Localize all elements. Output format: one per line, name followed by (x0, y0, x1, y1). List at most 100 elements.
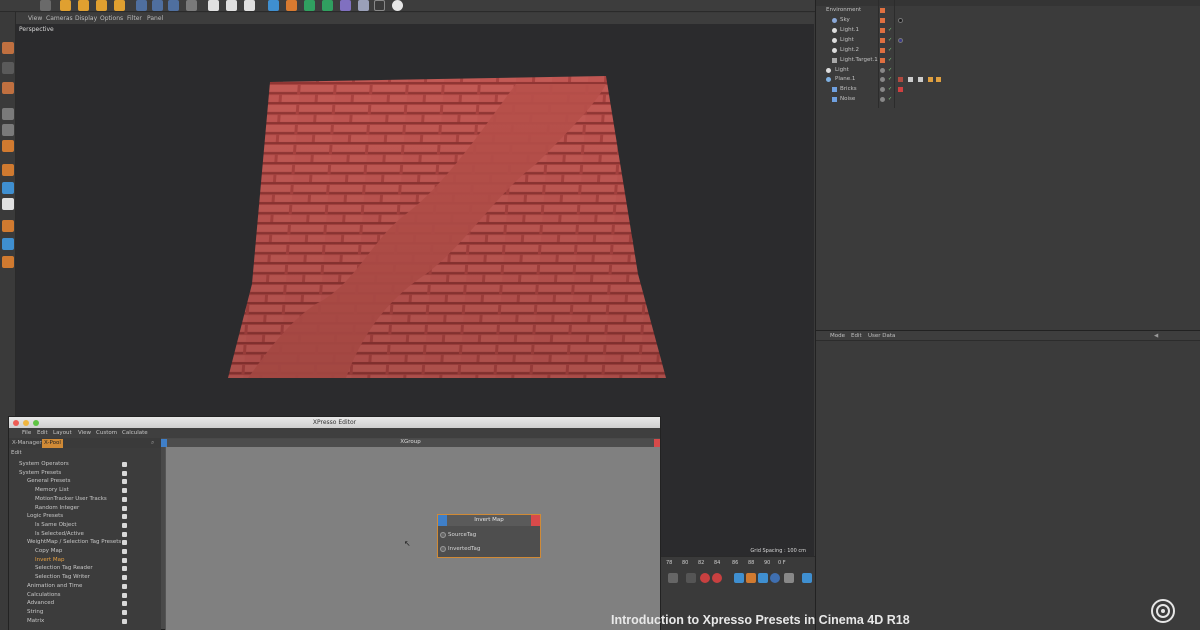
pool-tree-item[interactable]: Memory List (35, 487, 69, 493)
tab-x-manager[interactable]: X-Manager (10, 439, 44, 448)
material-tag-icon[interactable] (898, 18, 903, 23)
rotate-tool-icon[interactable] (78, 0, 89, 11)
menu-panel[interactable]: Panel (147, 15, 163, 22)
object-row[interactable]: Light ✓ (816, 36, 1200, 46)
array-icon[interactable] (322, 0, 333, 11)
enabled-check-icon[interactable]: ✓ (888, 86, 892, 92)
enabled-check-icon[interactable]: ✓ (888, 76, 892, 82)
render-view-icon[interactable] (208, 0, 219, 11)
z-axis-icon[interactable] (168, 0, 179, 11)
menu-layout[interactable]: Layout (53, 430, 72, 436)
rotate-key-icon[interactable] (758, 573, 768, 583)
axis-mode-icon[interactable] (2, 164, 14, 176)
pla-key-icon[interactable] (784, 573, 794, 583)
move-axis-icon[interactable] (96, 0, 107, 11)
menu-file[interactable]: File (22, 430, 31, 436)
scene-icon[interactable] (358, 0, 369, 11)
render-picture-viewer-icon[interactable] (226, 0, 237, 11)
coordinate-system-icon[interactable] (186, 0, 197, 11)
move-tool-icon[interactable] (40, 0, 51, 11)
back-arrow-icon[interactable]: ◀ (1154, 333, 1158, 339)
points-mode-icon[interactable] (2, 108, 14, 120)
menu-view[interactable]: View (78, 430, 91, 436)
inverted-tag-port-icon[interactable] (440, 546, 446, 552)
object-row[interactable]: Light.Target.1 ✓ (816, 56, 1200, 66)
pool-edit-menu[interactable]: Edit (11, 450, 22, 456)
pool-tree-item[interactable]: Selection Tag Reader (35, 565, 93, 571)
pool-tree-item[interactable]: Animation and Time (27, 583, 82, 589)
polygons-mode-icon[interactable] (2, 140, 14, 152)
weight-tag-icon[interactable] (898, 87, 903, 92)
invert-map-node[interactable]: Invert Map SourceTag InvertedTag (437, 514, 541, 558)
pool-tree-item[interactable]: Copy Map (35, 548, 62, 554)
menu-cameras[interactable]: Cameras (46, 15, 73, 22)
sculpt-icon[interactable] (2, 220, 14, 232)
tab-x-pool[interactable]: X-Pool (42, 439, 63, 448)
selection-tag-icon[interactable] (908, 77, 913, 82)
enabled-check-icon[interactable]: ✓ (888, 67, 892, 73)
pool-tree-item[interactable]: Invert Map (35, 557, 65, 563)
menu-edit[interactable]: Edit (851, 333, 862, 339)
pen-icon[interactable] (286, 0, 297, 11)
menu-view[interactable]: View (28, 15, 42, 22)
pool-tree-item[interactable]: String (27, 609, 43, 615)
pool-tree-item[interactable]: WeightMap / Selection Tag Presets (27, 539, 121, 545)
cube-icon[interactable] (268, 0, 279, 11)
object-row[interactable]: Sky (816, 16, 1200, 26)
node-header[interactable]: Invert Map (438, 515, 540, 526)
pool-tree-item[interactable]: Matrix (27, 618, 44, 624)
pool-tree-item[interactable]: MotionTracker User Tracks (35, 496, 107, 502)
move-key-icon[interactable] (734, 573, 744, 583)
object-row[interactable]: Plane.1 ✓ (816, 75, 1200, 85)
record-icon[interactable] (700, 573, 710, 583)
key-icon[interactable] (686, 573, 696, 583)
workplane-icon[interactable] (2, 82, 14, 94)
menu-edit[interactable]: Edit (37, 430, 48, 436)
menu-filter[interactable]: Filter (127, 15, 142, 22)
target-tag-icon[interactable] (898, 38, 903, 43)
pool-tree-item[interactable]: Is Same Object (35, 522, 77, 528)
scale-tool-icon[interactable] (60, 0, 71, 11)
autokey-icon[interactable] (712, 573, 722, 583)
enabled-check-icon[interactable]: ✓ (888, 96, 892, 102)
live-select-icon[interactable] (114, 0, 125, 11)
texture-mode-icon[interactable] (2, 62, 14, 74)
light-icon[interactable] (392, 0, 403, 11)
search-icon[interactable]: ⌕ (151, 439, 154, 447)
param-key-icon[interactable] (770, 573, 780, 583)
menu-calculate[interactable]: Calculate (122, 430, 148, 436)
scale-key-icon[interactable] (746, 573, 756, 583)
model-mode-icon[interactable] (2, 42, 14, 54)
y-axis-icon[interactable] (152, 0, 163, 11)
deformer-icon[interactable] (340, 0, 351, 11)
node-output-port-icon[interactable] (531, 515, 540, 526)
snap-icon[interactable] (2, 198, 14, 210)
object-row[interactable]: Bricks ✓ (816, 85, 1200, 95)
source-tag-port-icon[interactable] (440, 532, 446, 538)
pool-tree-item[interactable]: System Presets (19, 470, 61, 476)
tweak-mode-icon[interactable] (2, 182, 14, 194)
menu-display[interactable]: Display (75, 15, 97, 22)
enabled-check-icon[interactable]: ✓ (888, 37, 892, 43)
camera-icon[interactable] (374, 0, 385, 11)
pool-tree-item[interactable]: System Operators (19, 461, 69, 467)
render-settings-icon[interactable] (244, 0, 255, 11)
pool-tree-item[interactable]: Is Selected/Active (35, 531, 84, 537)
timeline-window-icon[interactable] (802, 573, 812, 583)
menu-mode[interactable]: Mode (830, 333, 845, 339)
pool-tree-item[interactable]: Calculations (27, 592, 61, 598)
node-graph-canvas[interactable]: Invert Map SourceTag InvertedTag ↖ (165, 447, 660, 630)
enabled-check-icon[interactable]: ✓ (888, 27, 892, 33)
selection-tag-icon[interactable] (918, 77, 923, 82)
object-row[interactable]: Noise ✓ (816, 95, 1200, 105)
x-axis-icon[interactable] (136, 0, 147, 11)
menu-user-data[interactable]: User Data (868, 333, 895, 339)
object-row[interactable]: Light.1 ✓ (816, 26, 1200, 36)
edges-mode-icon[interactable] (2, 124, 14, 136)
subdivision-icon[interactable] (304, 0, 315, 11)
pool-tree-item[interactable]: Logic Presets (27, 513, 63, 519)
object-row[interactable]: Environment (816, 6, 1200, 16)
enabled-check-icon[interactable]: ✓ (888, 57, 892, 63)
material-tag-icon[interactable] (898, 77, 903, 82)
enabled-check-icon[interactable]: ✓ (888, 47, 892, 53)
